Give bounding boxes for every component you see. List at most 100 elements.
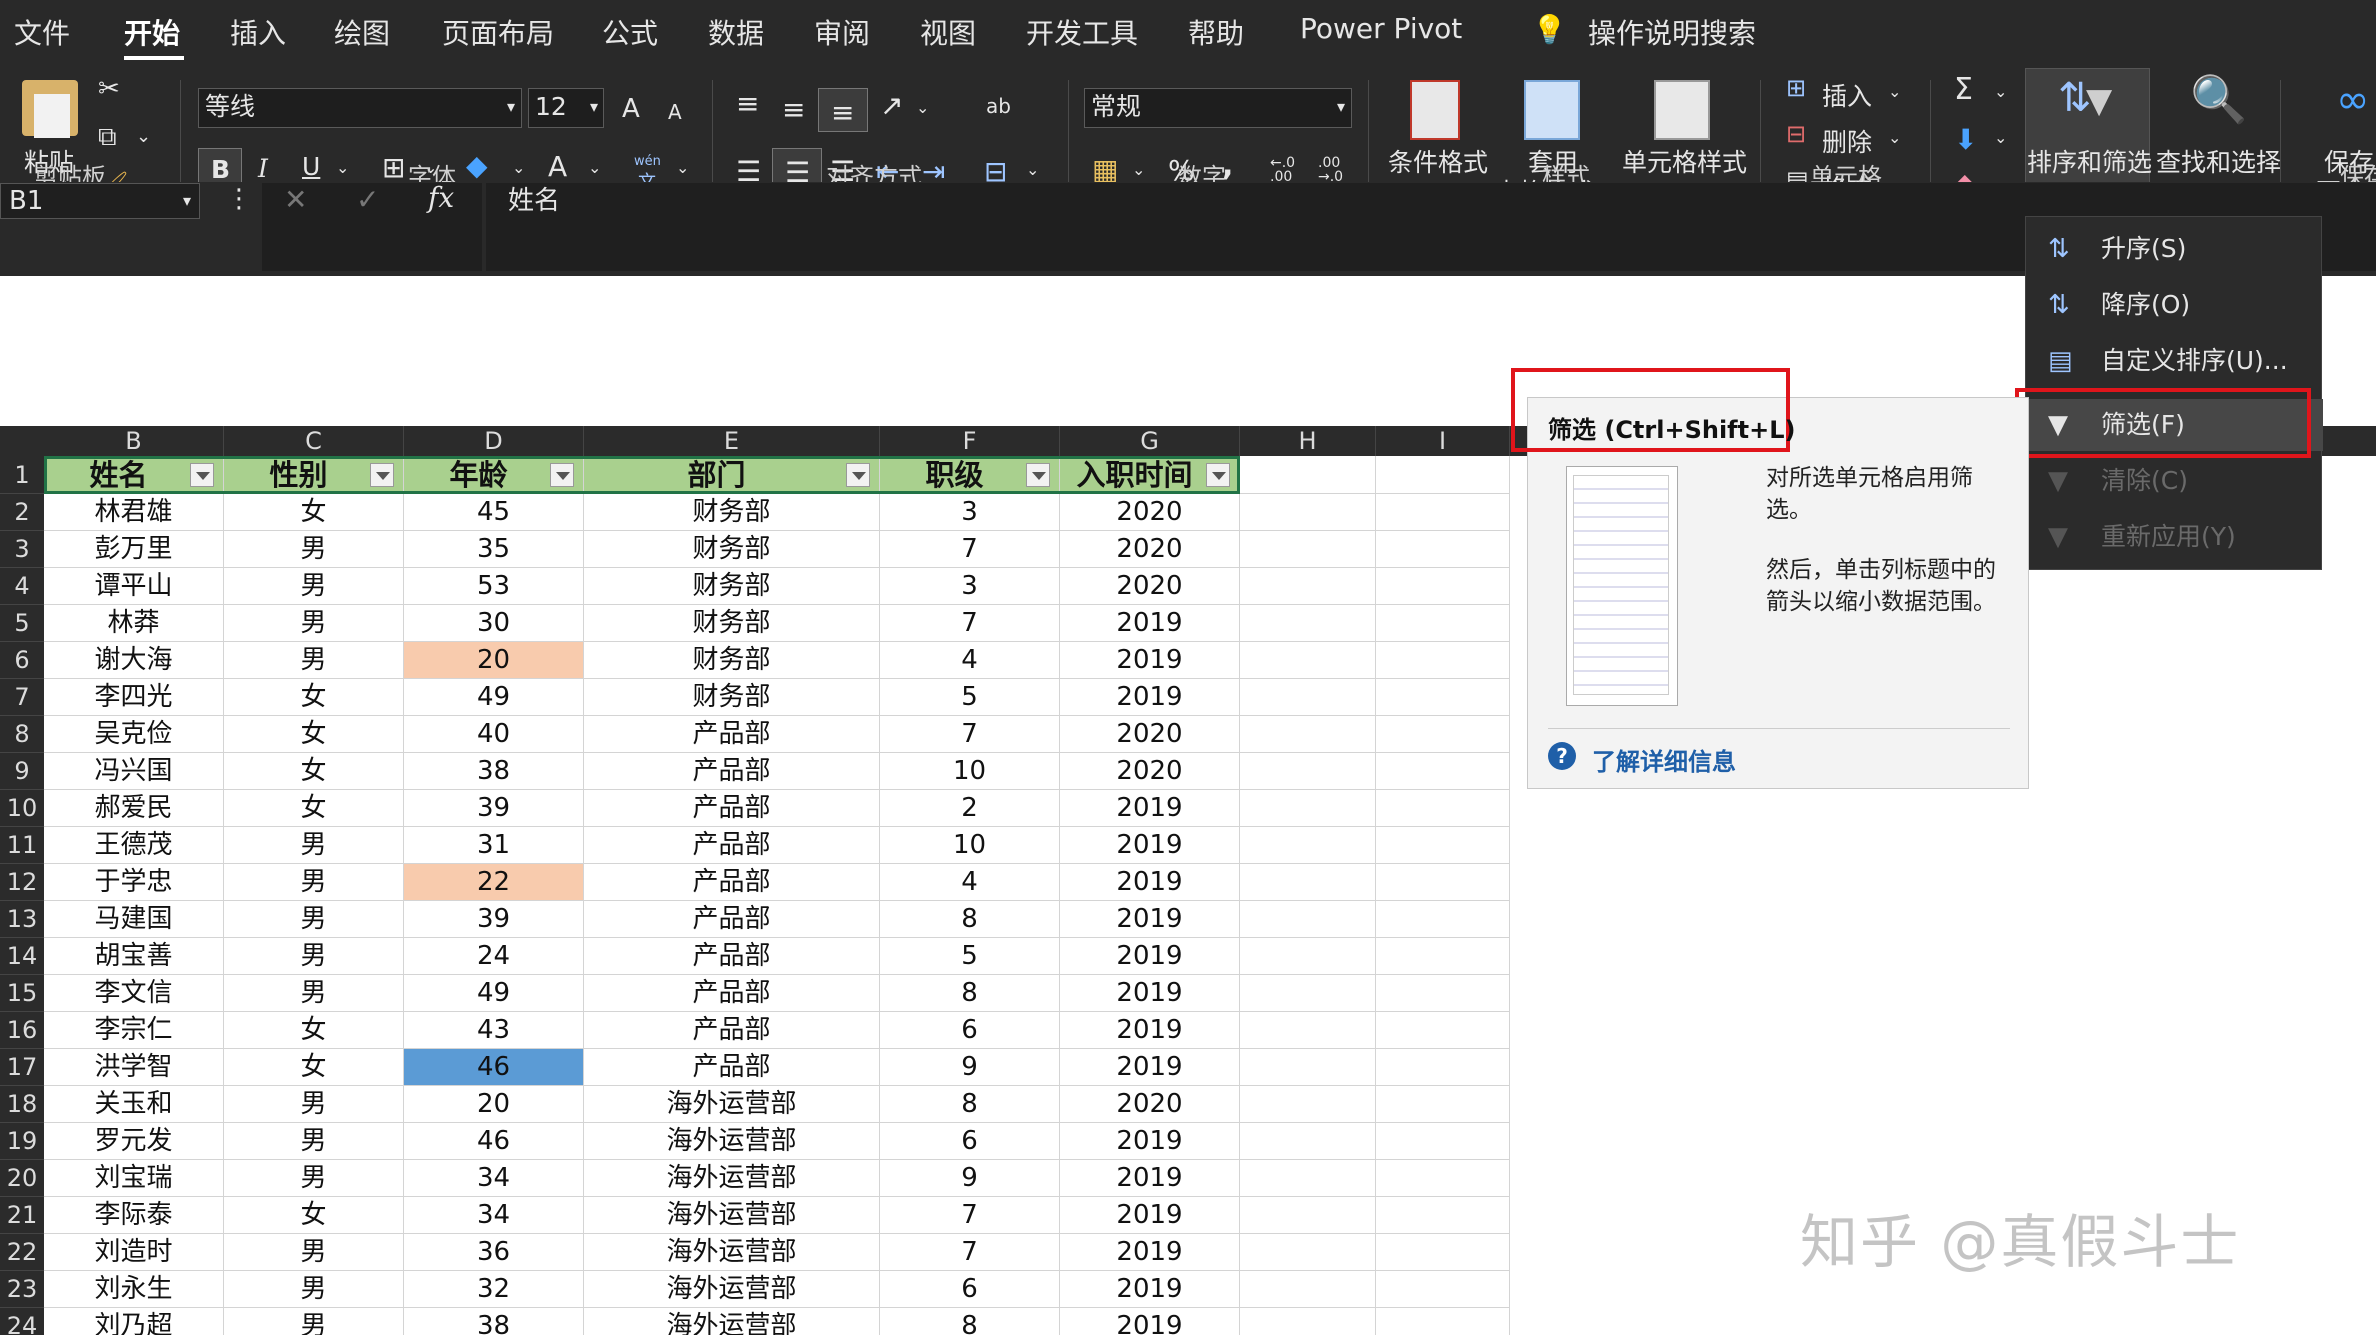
borders-icon[interactable]: ⊞ — [382, 154, 405, 182]
tab-help[interactable]: 帮助 — [1188, 12, 1244, 52]
table-cell[interactable]: 2020 — [1060, 1086, 1240, 1123]
row-header[interactable]: 22 — [0, 1234, 44, 1271]
table-cell[interactable]: 海外运营部 — [584, 1086, 880, 1123]
delete-cells-icon[interactable]: ⊟ — [1786, 122, 1806, 146]
table-cell[interactable]: 女 — [224, 716, 404, 753]
conditional-format-label[interactable]: 条件格式 — [1388, 143, 1488, 179]
table-cell[interactable]: 海外运营部 — [584, 1160, 880, 1197]
empty-cell[interactable] — [1240, 1234, 1376, 1271]
table-cell[interactable]: 2019 — [1060, 864, 1240, 901]
table-cell[interactable]: 吴克俭 — [44, 716, 224, 753]
empty-cell[interactable] — [1376, 456, 1510, 494]
empty-cell[interactable] — [1240, 1049, 1376, 1086]
table-cell[interactable]: 男 — [224, 1160, 404, 1197]
row-header[interactable]: 2 — [0, 494, 44, 531]
underline-button[interactable]: U — [302, 152, 320, 181]
find-magnifier-icon[interactable]: 🔍 — [2190, 76, 2247, 122]
column-header-i[interactable]: I — [1376, 426, 1510, 456]
table-cell[interactable]: 李宗仁 — [44, 1012, 224, 1049]
table-cell[interactable]: 罗元发 — [44, 1123, 224, 1160]
table-cell[interactable]: 39 — [404, 901, 584, 938]
empty-cell[interactable] — [1376, 568, 1510, 605]
table-cell[interactable]: 32 — [404, 1271, 584, 1308]
empty-cell[interactable] — [1376, 494, 1510, 531]
empty-cell[interactable] — [1376, 938, 1510, 975]
table-cell[interactable]: 产品部 — [584, 864, 880, 901]
table-cell[interactable]: 谢大海 — [44, 642, 224, 679]
more-options-icon[interactable]: ⋮ — [226, 186, 252, 212]
conditional-format-icon[interactable] — [1410, 80, 1460, 140]
row-header[interactable]: 3 — [0, 531, 44, 568]
fill-color-dropdown-icon[interactable]: ⌄ — [512, 160, 525, 176]
filter-dropdown-icon[interactable] — [190, 463, 214, 487]
table-cell[interactable]: 产品部 — [584, 1012, 880, 1049]
table-cell[interactable]: 海外运营部 — [584, 1234, 880, 1271]
table-cell[interactable]: 男 — [224, 1234, 404, 1271]
fill-dropdown-icon[interactable]: ⌄ — [1994, 130, 2007, 146]
column-header-h[interactable]: H — [1240, 426, 1376, 456]
table-cell[interactable]: 海外运营部 — [584, 1123, 880, 1160]
wrap-text-icon[interactable]: ab — [986, 94, 1011, 118]
accounting-dropdown-icon[interactable]: ⌄ — [1132, 162, 1145, 178]
filter-dropdown-icon[interactable] — [370, 463, 394, 487]
empty-cell[interactable] — [1240, 494, 1376, 531]
table-cell[interactable]: 36 — [404, 1234, 584, 1271]
table-cell[interactable]: 2019 — [1060, 1234, 1240, 1271]
row-header[interactable]: 18 — [0, 1086, 44, 1123]
table-cell[interactable]: 2020 — [1060, 531, 1240, 568]
column-header-e[interactable]: E — [584, 426, 880, 456]
table-cell[interactable]: 李文信 — [44, 975, 224, 1012]
phonetic-icon[interactable]: wén — [634, 154, 661, 169]
autosum-dropdown-icon[interactable]: ⌄ — [1994, 84, 2007, 100]
table-cell[interactable]: 刘造时 — [44, 1234, 224, 1271]
table-cell[interactable]: 2 — [880, 790, 1060, 827]
table-cell[interactable]: 郝爱民 — [44, 790, 224, 827]
empty-cell[interactable] — [1240, 827, 1376, 864]
menu-item-sort-ascending[interactable]: ⇅ 升序(S) — [2026, 223, 2323, 275]
italic-button[interactable]: I — [258, 154, 268, 183]
empty-cell[interactable] — [1240, 568, 1376, 605]
row-header[interactable]: 4 — [0, 568, 44, 605]
table-cell[interactable]: 2019 — [1060, 901, 1240, 938]
decrease-font-size-icon[interactable]: A — [668, 100, 682, 124]
row-header[interactable]: 11 — [0, 827, 44, 864]
font-color-icon[interactable]: A — [548, 150, 567, 183]
help-icon[interactable]: ? — [1548, 742, 1576, 770]
table-cell[interactable]: 9 — [880, 1160, 1060, 1197]
empty-cell[interactable] — [1240, 1308, 1376, 1335]
row-header[interactable]: 21 — [0, 1197, 44, 1234]
table-cell[interactable]: 刘宝瑞 — [44, 1160, 224, 1197]
filter-dropdown-icon[interactable] — [550, 463, 574, 487]
fill-down-icon[interactable]: ⬇ — [1954, 126, 1977, 154]
table-cell[interactable]: 2019 — [1060, 642, 1240, 679]
empty-cell[interactable] — [1240, 531, 1376, 568]
table-cell[interactable]: 38 — [404, 753, 584, 790]
table-cell[interactable]: 24 — [404, 938, 584, 975]
tab-file[interactable]: 文件 — [14, 12, 70, 52]
accounting-format-icon[interactable]: ▦ — [1092, 156, 1118, 184]
empty-cell[interactable] — [1376, 975, 1510, 1012]
font-size-combobox[interactable]: 12 ▾ — [528, 88, 604, 128]
tab-data[interactable]: 数据 — [708, 12, 764, 52]
baidu-cloud-icon[interactable]: ∞ — [2336, 80, 2369, 120]
row-header[interactable]: 5 — [0, 605, 44, 642]
table-cell[interactable]: 7 — [880, 1197, 1060, 1234]
table-cell[interactable]: 4 — [880, 642, 1060, 679]
table-cell[interactable]: 30 — [404, 605, 584, 642]
empty-cell[interactable] — [1240, 975, 1376, 1012]
table-cell[interactable]: 产品部 — [584, 790, 880, 827]
table-cell[interactable]: 产品部 — [584, 901, 880, 938]
table-cell[interactable]: 2020 — [1060, 753, 1240, 790]
table-cell[interactable]: 2019 — [1060, 975, 1240, 1012]
table-cell[interactable]: 22 — [404, 864, 584, 901]
tab-page-layout[interactable]: 页面布局 — [442, 12, 554, 52]
table-cell[interactable]: 刘永生 — [44, 1271, 224, 1308]
table-cell[interactable]: 财务部 — [584, 679, 880, 716]
table-cell[interactable]: 10 — [880, 753, 1060, 790]
empty-cell[interactable] — [1240, 790, 1376, 827]
table-cell[interactable]: 于学忠 — [44, 864, 224, 901]
format-as-table-icon[interactable] — [1524, 80, 1580, 140]
table-cell[interactable]: 男 — [224, 1308, 404, 1335]
empty-cell[interactable] — [1376, 1160, 1510, 1197]
table-cell[interactable]: 产品部 — [584, 938, 880, 975]
